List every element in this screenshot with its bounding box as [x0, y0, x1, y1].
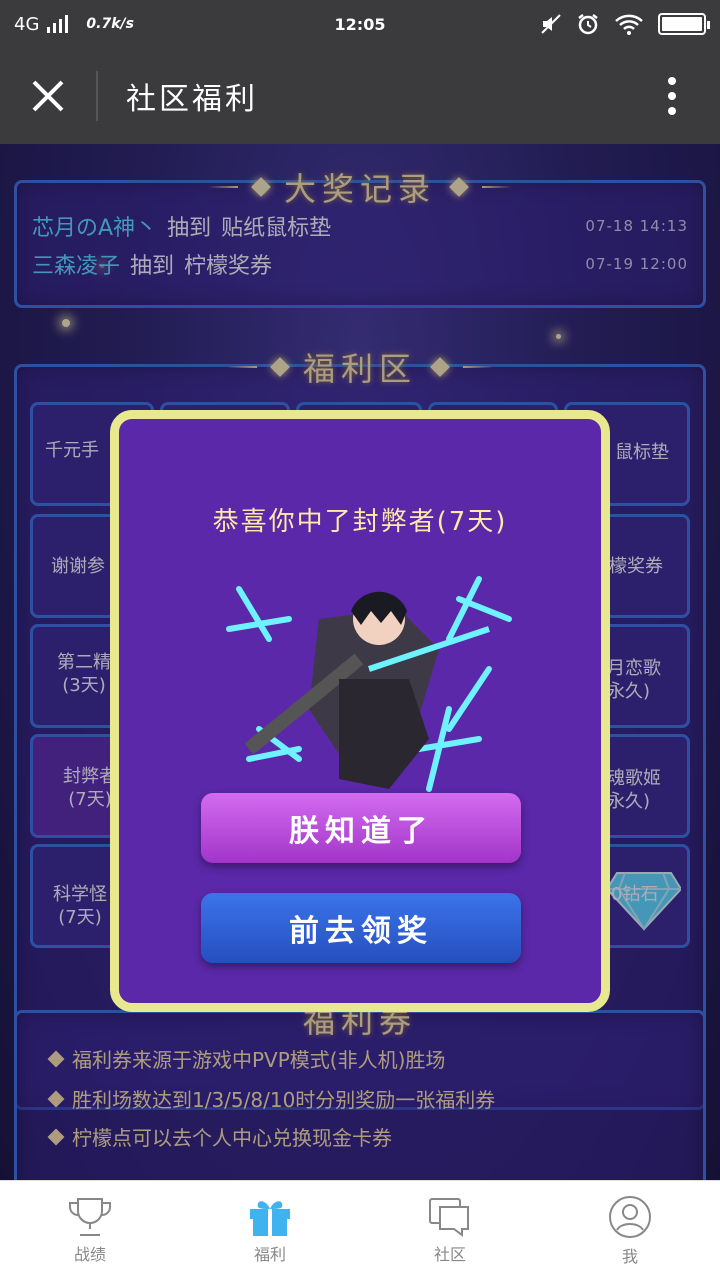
character-illustration	[226, 576, 512, 792]
more-vert-icon	[668, 77, 676, 115]
tab-record[interactable]: 战绩	[0, 1181, 180, 1280]
tab-community[interactable]: 社区	[360, 1181, 540, 1280]
chat-icon	[429, 1197, 469, 1237]
tab-me[interactable]: 我	[540, 1181, 720, 1280]
acknowledge-button[interactable]: 朕知道了	[201, 793, 521, 863]
nav-bar: 社区福利	[0, 48, 720, 144]
alarm-icon	[578, 14, 598, 35]
page-title: 社区福利	[126, 82, 258, 117]
close-button[interactable]	[0, 48, 96, 144]
tab-label: 战绩	[73, 1244, 106, 1264]
signal-bars-icon	[47, 15, 69, 33]
user-icon	[609, 1195, 651, 1238]
tab-welfare[interactable]: 福利	[180, 1181, 360, 1280]
gift-icon	[250, 1200, 290, 1236]
more-button[interactable]	[624, 48, 720, 144]
wifi-icon	[615, 14, 643, 35]
network-speed: 0.7k/s	[86, 16, 134, 32]
status-bar: 4G 0.7k/s 12:05	[0, 0, 720, 48]
signal-indicator: 4G	[14, 13, 69, 35]
close-icon	[32, 80, 64, 112]
network-type: 4G	[14, 13, 40, 35]
prize-modal: 恭喜你中了封弊者(7天) 朕知道了 前去领奖	[110, 410, 610, 1012]
claim-prize-button[interactable]: 前去领奖	[201, 893, 521, 963]
tab-label: 我	[621, 1246, 638, 1266]
trophy-icon	[69, 1197, 111, 1236]
status-icons	[540, 12, 710, 36]
tab-label: 社区	[433, 1244, 466, 1264]
modal-message: 恭喜你中了封弊者(7天)	[212, 507, 508, 537]
bottom-tabbar: 战绩 福利 社区 我	[0, 1180, 720, 1280]
tab-label: 福利	[253, 1244, 286, 1264]
battery-icon	[658, 13, 710, 35]
nav-divider	[96, 71, 98, 121]
mute-icon	[541, 14, 561, 34]
